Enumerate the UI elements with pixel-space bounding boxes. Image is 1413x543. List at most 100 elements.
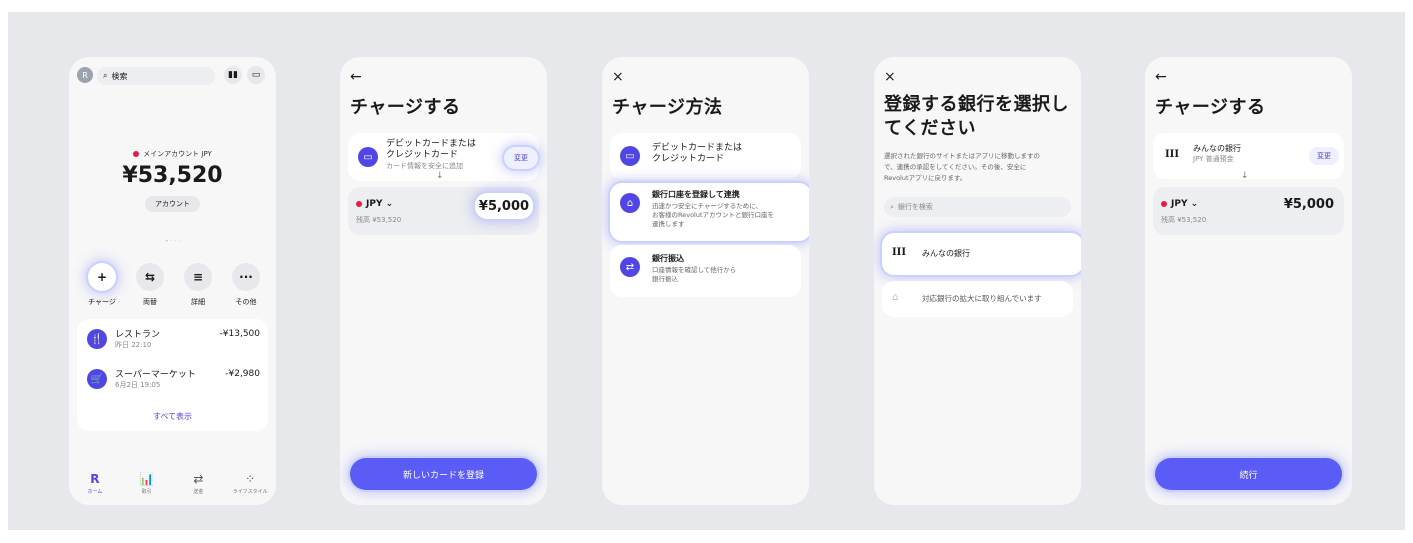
bank-name: みんなの銀行	[922, 249, 970, 258]
fork-knife-icon: 🍴	[87, 329, 107, 349]
page-description: 選択された銀行のサイトまたはアプリに移動しますの で、連携の承認をしてください。…	[884, 152, 1040, 182]
page-title: チャージ方法	[612, 97, 723, 118]
bank-logo-icon: III	[892, 247, 907, 258]
home-icon: R	[90, 472, 100, 486]
show-all-link[interactable]: すべて表示	[77, 411, 268, 422]
exchange-icon: ⇆	[136, 263, 164, 291]
canvas-background: R ⌕ 検索 ▮▮ ▭ メインアカウント JPY ¥53,520 アカウント •…	[8, 12, 1405, 530]
exchange-label: 両替	[143, 298, 157, 306]
option-title: 銀行振込	[652, 254, 684, 263]
change-button[interactable]: 変更	[1309, 147, 1339, 165]
transaction-name: スーパーマーケット	[115, 370, 196, 380]
account-label: メインアカウント JPY	[69, 149, 276, 159]
account-button[interactable]: アカウント	[145, 196, 200, 212]
analytics-icon[interactable]: ▮▮	[224, 66, 242, 84]
amount-card: JPY ⌄ 残高 ¥53,520 ¥5,000	[1153, 187, 1344, 235]
charge-label: チャージ	[88, 298, 116, 306]
page-title: チャージする	[350, 97, 461, 118]
currency-selector[interactable]: JPY ⌄	[1161, 199, 1198, 209]
option-title: デビットカードまたは クレジットカード	[652, 143, 743, 164]
grid-icon: ⁘	[245, 472, 256, 486]
balance-subtitle: 残高 ¥53,520	[1161, 216, 1207, 224]
close-icon[interactable]: ×	[884, 69, 896, 85]
avatar[interactable]: R	[77, 67, 93, 83]
tab-home[interactable]: R ホーム	[75, 472, 115, 495]
bank-name: みんなの銀行	[1193, 144, 1241, 153]
card-title: デビットカードまたは クレジットカード	[386, 139, 477, 160]
balance-amount: ¥53,520	[122, 163, 223, 188]
transaction-amount: -¥2,980	[225, 369, 260, 379]
amount-value[interactable]: ¥5,000	[1284, 197, 1334, 212]
option-title: 銀行口座を登録して連携	[652, 190, 740, 199]
transaction-row[interactable]: レストラン 昨日 22:10	[115, 327, 160, 350]
jpy-flag-icon	[356, 200, 362, 207]
search-placeholder: 検索	[111, 71, 128, 81]
down-arrow-icon: ↓	[1241, 171, 1249, 181]
option-card-payment[interactable]: ▭ デビットカードまたは クレジットカード	[610, 133, 801, 179]
page-dots: • · · ·	[165, 238, 180, 245]
jpy-flag-icon	[133, 151, 140, 157]
details-icon: ≡	[184, 263, 212, 291]
tab-label: 取引	[141, 489, 152, 495]
charge-action[interactable]: + チャージ	[87, 263, 117, 307]
transaction-name: レストラン	[115, 330, 161, 340]
amount-input[interactable]: ¥5,000	[475, 193, 533, 219]
close-icon[interactable]: ×	[612, 69, 624, 85]
cards-icon[interactable]: ▭	[247, 66, 265, 84]
home-screen: R ⌕ 検索 ▮▮ ▭ メインアカウント JPY ¥53,520 アカウント •…	[69, 57, 276, 505]
option-bank-transfer[interactable]: ⇄ 銀行振込 口座情報を確認して他行から 銀行振込	[610, 245, 801, 297]
back-arrow-icon[interactable]: ←	[1155, 69, 1167, 85]
option-bank-link[interactable]: ⌂ 銀行口座を登録して連携 迅速かつ安全にチャージするために、 お客様のRevo…	[610, 183, 809, 241]
card-icon: ▭	[358, 147, 378, 167]
exchange-action[interactable]: ⇆ 両替	[135, 263, 165, 307]
search-icon: ⌕	[890, 202, 894, 211]
bank-logo-icon: III	[1165, 149, 1180, 160]
option-description: 迅速かつ安全にチャージするために、 お客様のRevolutアカウントと銀行口座を…	[652, 202, 775, 228]
bank-icon: ⌂	[620, 193, 640, 213]
transactions-card: 🍴 レストラン 昨日 22:10 -¥13,500 🛒 スーパーマーケット 6月…	[77, 319, 268, 431]
tab-label: ホーム	[87, 489, 103, 495]
transaction-time: 昨日 22:10	[115, 341, 152, 349]
change-button[interactable]: 変更	[504, 147, 538, 169]
back-arrow-icon[interactable]: ←	[350, 69, 362, 85]
plus-icon: +	[88, 263, 116, 291]
search-placeholder: 銀行を検索	[897, 203, 933, 211]
details-label: 詳細	[191, 298, 205, 306]
jpy-flag-icon	[1161, 200, 1167, 207]
tab-lifestyle[interactable]: ⁘ ライフスタイル	[230, 472, 270, 495]
amount-card: JPY ⌄ 残高 ¥53,520 ¥5,000	[348, 187, 539, 235]
more-action[interactable]: ··· その他	[231, 263, 261, 307]
charge-method-screen: × チャージ方法 ▭ デビットカードまたは クレジットカード ⌂ 銀行口座を登録…	[602, 57, 809, 505]
bank-search-input[interactable]: ⌕ 銀行を検索	[884, 197, 1071, 217]
search-input[interactable]: ⌕ 検索	[97, 67, 215, 85]
chart-icon: 📊	[139, 472, 155, 486]
bank-option-minna[interactable]: III みんなの銀行	[882, 233, 1081, 275]
register-card-button[interactable]: 新しいカードを登録	[350, 458, 537, 490]
card-icon: ▭	[620, 146, 640, 166]
more-icon: ···	[232, 263, 260, 291]
transaction-row[interactable]: スーパーマーケット 6月2日 19:05	[115, 367, 196, 390]
tab-transfer[interactable]: ⇄ 送金	[178, 472, 218, 495]
tab-invest[interactable]: 📊 取引	[127, 472, 167, 495]
tab-label: ライフスタイル	[232, 489, 268, 495]
charge-bank-screen: ← チャージする III みんなの銀行 JPY 普通預金 変更 ↓ JPY ⌄ …	[1145, 57, 1352, 505]
tab-bar: R ホーム 📊 取引 ⇄ 送金 ⁘ ライフスタイル	[69, 472, 276, 495]
expanding-banks-notice: ⌂ 対応銀行の拡大に取り組んでいます	[882, 281, 1073, 317]
charge-card-screen: ← チャージする ▭ デビットカードまたは クレジットカード カード情報を安全に…	[340, 57, 547, 505]
transaction-time: 6月2日 19:05	[115, 381, 161, 389]
balance-subtitle: 残高 ¥53,520	[356, 216, 402, 224]
page-title: 登録する銀行を選択し てください	[884, 94, 1069, 139]
basket-icon: 🛒	[87, 369, 107, 389]
transfer-icon: ⇄	[193, 472, 204, 486]
select-bank-screen: × 登録する銀行を選択し てください 選択された銀行のサイトまたはアプリに移動し…	[874, 57, 1081, 505]
bank-building-icon: ⌂	[892, 292, 899, 303]
notice-text: 対応銀行の拡大に取り組んでいます	[922, 294, 1042, 303]
currency-selector[interactable]: JPY ⌄	[356, 199, 393, 209]
search-icon: ⌕	[103, 71, 108, 80]
more-label: その他	[235, 298, 257, 306]
card-subtitle: カード情報を安全に追加	[386, 162, 463, 170]
continue-button[interactable]: 続行	[1155, 458, 1342, 490]
details-action[interactable]: ≡ 詳細	[183, 263, 213, 307]
option-description: 口座情報を確認して他行から 銀行振込	[652, 266, 737, 283]
bank-account-type: JPY 普通預金	[1193, 155, 1234, 163]
